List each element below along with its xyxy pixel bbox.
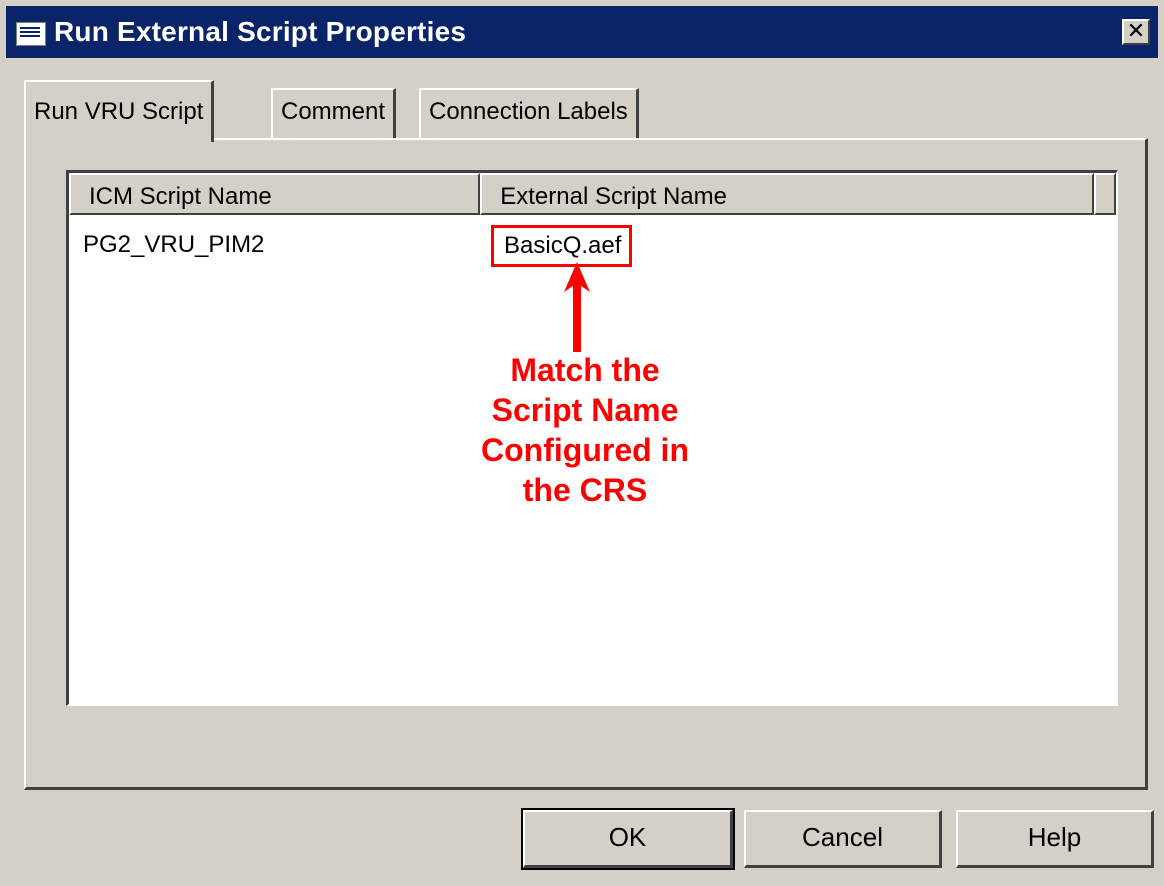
column-header-empty	[1094, 173, 1116, 215]
annotation-line: Script Name	[491, 392, 679, 428]
column-header-external-script-name[interactable]: External Script Name	[480, 173, 1094, 215]
tab-connection-labels[interactable]: Connection Labels	[419, 88, 639, 138]
annotation-line: Match the	[510, 352, 660, 388]
run-external-script-properties-dialog: Run External Script Properties ✕ Run VRU…	[0, 0, 1164, 886]
annotation-line: Configured in	[481, 432, 689, 468]
help-button-label: Help	[1027, 822, 1082, 852]
help-button[interactable]: Help	[956, 810, 1154, 868]
window-title: Run External Script Properties	[54, 16, 467, 47]
column-header-icm-script-name[interactable]: ICM Script Name	[69, 173, 481, 215]
tab-label: Comment	[281, 98, 386, 125]
tab-run-vru-script[interactable]: Run VRU Script	[24, 80, 215, 142]
tab-label: Run VRU Script	[34, 98, 204, 125]
tab-label: Connection Labels	[429, 98, 628, 125]
script-properties-icon	[14, 18, 48, 46]
ok-button-label: OK	[608, 822, 647, 852]
cancel-button[interactable]: Cancel	[744, 810, 942, 868]
title-bar[interactable]: Run External Script Properties ✕	[6, 6, 1158, 58]
up-arrow-icon	[564, 262, 590, 352]
annotation-line: the CRS	[522, 472, 648, 508]
tab-comment[interactable]: Comment	[271, 88, 397, 138]
external-script-name-cell[interactable]: BasicQ.aef	[491, 225, 633, 267]
cancel-button-label: Cancel	[802, 822, 883, 852]
ok-button[interactable]: OK	[521, 808, 735, 870]
icm-script-name-cell[interactable]: PG2_VRU_PIM2	[83, 231, 264, 259]
annotation-callout: Match the Script Name Configured in the …	[430, 350, 740, 510]
list-header: ICM Script Name External Script Name	[69, 173, 1116, 215]
table-row[interactable]: PG2_VRU_PIM2 BasicQ.aef	[69, 225, 1109, 267]
close-icon[interactable]: ✕	[1122, 19, 1150, 45]
